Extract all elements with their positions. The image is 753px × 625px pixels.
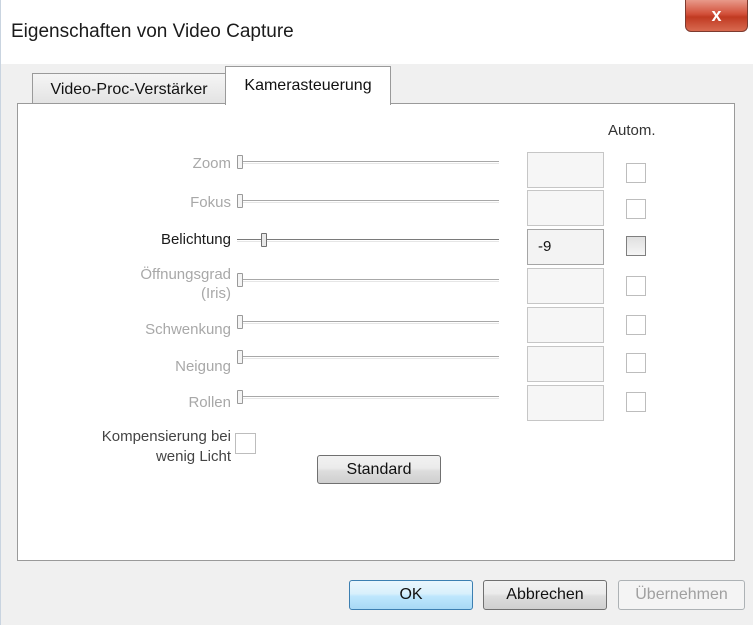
lowlight-compensation-label: Kompensierung bei wenig Licht [53, 427, 231, 467]
focus-slider-track [237, 200, 499, 203]
exposure-value-field[interactable]: -9 [527, 229, 604, 265]
tab-video-proc-amp[interactable]: Video-Proc-Verstärker [32, 73, 226, 105]
pan-value-field [527, 307, 604, 343]
lowlight-compensation-checkbox[interactable] [235, 433, 256, 454]
exposure-label: Belichtung [160, 231, 231, 248]
zoom-slider [237, 155, 499, 169]
roll-label: Rollen [188, 394, 231, 411]
exposure-auto-checkbox[interactable] [626, 236, 646, 256]
roll-value-field [527, 385, 604, 421]
roll-slider-thumb [237, 390, 243, 404]
roll-slider [237, 390, 499, 404]
tilt-label: Neigung [175, 358, 231, 375]
lowlight-label-line2: wenig Licht [155, 448, 231, 465]
tilt-value-field [527, 346, 604, 382]
zoom-label: Zoom [192, 155, 231, 172]
iris-slider-thumb [237, 273, 243, 287]
roll-slider-track [237, 396, 499, 399]
exposure-slider-track [237, 239, 499, 242]
focus-slider [237, 194, 499, 208]
zoom-slider-thumb [237, 155, 243, 169]
pan-auto-checkbox [626, 315, 646, 335]
ok-button[interactable]: OK [349, 580, 473, 610]
close-button[interactable]: x [685, 0, 748, 32]
iris-auto-checkbox [626, 276, 646, 296]
zoom-auto-checkbox [626, 163, 646, 183]
iris-value-field [527, 268, 604, 304]
focus-label: Fokus [190, 194, 231, 211]
lowlight-label-line1: Kompensierung bei [101, 428, 231, 445]
tilt-slider-track [237, 356, 499, 359]
autom-header: Autom. [608, 122, 656, 139]
focus-slider-thumb [237, 194, 243, 208]
apply-button: Übernehmen [618, 580, 745, 610]
pan-slider [237, 315, 499, 329]
exposure-slider-thumb[interactable] [261, 233, 267, 247]
iris-label-line1: Öffnungsgrad [140, 266, 231, 283]
pan-slider-thumb [237, 315, 243, 329]
standard-button[interactable]: Standard [317, 455, 441, 484]
iris-label-line2: (Iris) [201, 285, 231, 302]
pan-slider-track [237, 321, 499, 324]
zoom-slider-track [237, 161, 499, 164]
roll-auto-checkbox [626, 392, 646, 412]
window-title: Eigenschaften von Video Capture [11, 21, 294, 42]
focus-value-field [527, 190, 604, 226]
tab-camera-control[interactable]: Kamerasteuerung [225, 66, 391, 105]
iris-slider-track [237, 279, 499, 282]
cancel-button[interactable]: Abbrechen [483, 580, 607, 610]
iris-slider [237, 273, 499, 287]
properties-dialog: Eigenschaften von Video Capture x Video-… [0, 0, 753, 625]
zoom-value-field [527, 152, 604, 188]
tilt-slider-thumb [237, 350, 243, 364]
tilt-auto-checkbox [626, 353, 646, 373]
pan-label: Schwenkung [145, 321, 231, 338]
title-bar: Eigenschaften von Video Capture x [1, 0, 753, 64]
close-icon: x [711, 5, 722, 25]
focus-auto-checkbox [626, 199, 646, 219]
exposure-slider[interactable] [237, 233, 499, 247]
tilt-slider [237, 350, 499, 364]
